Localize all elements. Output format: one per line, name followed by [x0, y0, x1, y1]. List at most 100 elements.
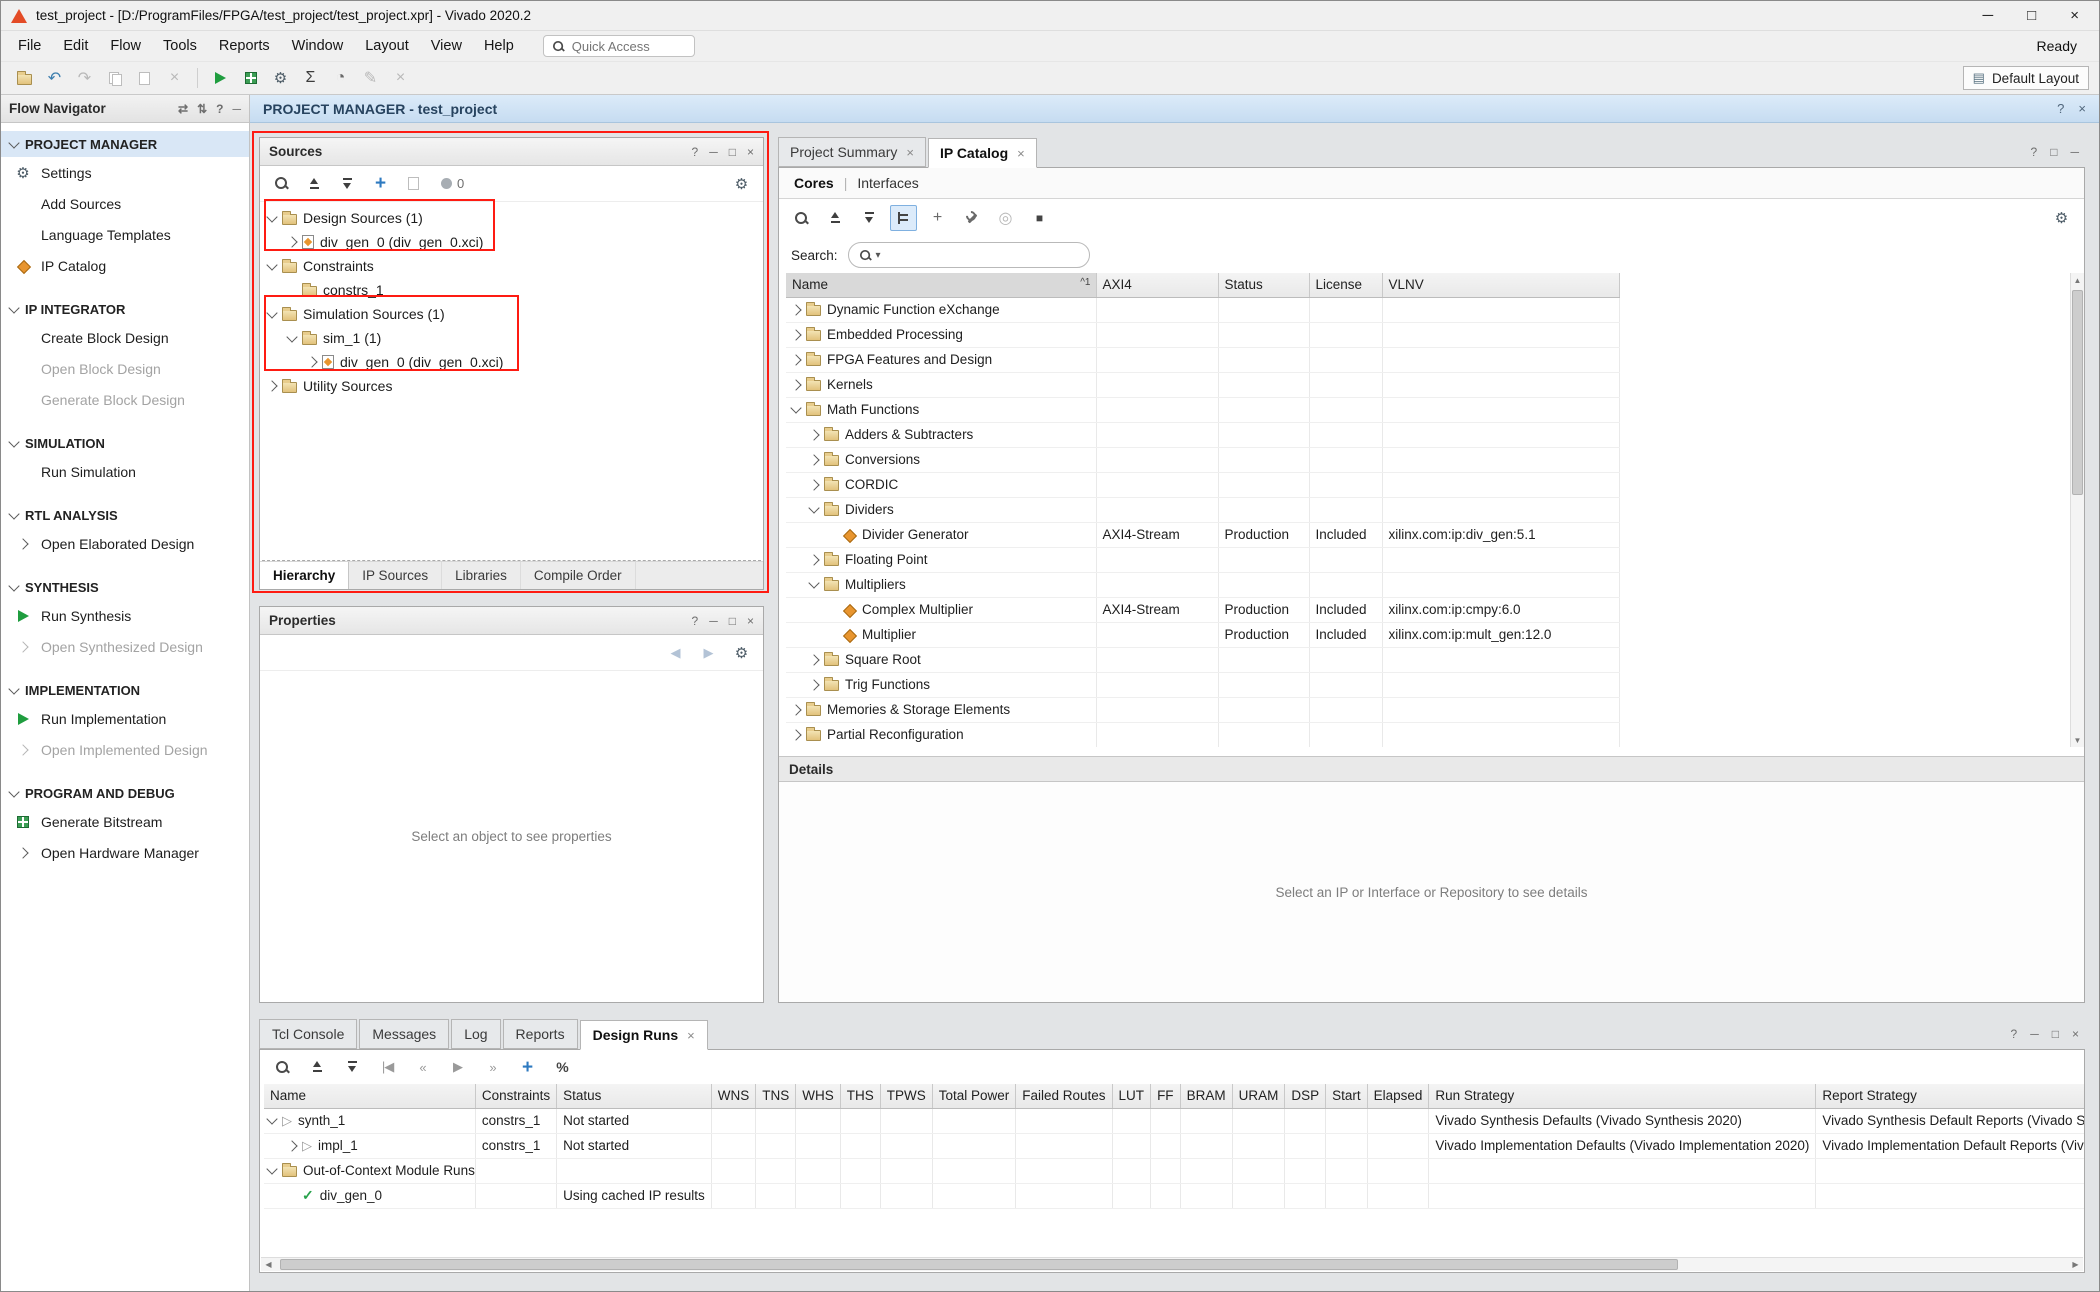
settings-gear-icon[interactable]: ⚙ [267, 65, 294, 91]
delete-icon[interactable]: × [161, 65, 188, 91]
column-header-name[interactable]: Name^1 [786, 273, 1096, 297]
chevron-collapsed-icon[interactable] [808, 429, 819, 440]
ip-catalog-row[interactable]: Multipliers [786, 572, 1619, 597]
nav-section-header-implementation[interactable]: IMPLEMENTATION [1, 677, 249, 703]
column-header-axi4[interactable]: AXI4 [1096, 273, 1218, 297]
ip-search-box[interactable]: ▾ [848, 242, 1090, 268]
column-header-run-strategy[interactable]: Run Strategy [1429, 1084, 1816, 1108]
scroll-up-icon[interactable]: ▲ [2071, 273, 2084, 287]
minimize-icon[interactable]: ─ [2030, 1027, 2039, 1041]
nav-item-open-block-design[interactable]: Open Block Design [1, 353, 249, 384]
design-runs-horizontal-scrollbar[interactable]: ◀ ▶ [261, 1257, 2083, 1271]
undo-icon[interactable]: ↶ [41, 65, 68, 91]
nav-item-open-elaborated-design[interactable]: Open Elaborated Design [1, 528, 249, 559]
close-icon[interactable]: × [1017, 146, 1025, 161]
chevron-collapsed-icon[interactable] [17, 847, 28, 858]
chevron-collapsed-icon[interactable] [286, 236, 297, 247]
chevron-collapsed-icon[interactable] [306, 356, 317, 367]
close-icon[interactable]: × [747, 614, 754, 628]
collapse-all-icon[interactable] [301, 171, 328, 197]
sources-tab-libraries[interactable]: Libraries [442, 562, 521, 589]
chevron-collapsed-icon[interactable] [286, 1140, 297, 1151]
close-icon[interactable]: × [687, 1028, 695, 1043]
help-icon[interactable]: ? [692, 145, 699, 159]
nav-section-header-ip-integrator[interactable]: IP INTEGRATOR [1, 296, 249, 322]
ip-catalog-row[interactable]: Math Functions [786, 397, 1619, 422]
menu-item-reports[interactable]: Reports [208, 34, 281, 58]
nav-item-create-block-design[interactable]: Create Block Design [1, 322, 249, 353]
close-icon[interactable]: × [2072, 1027, 2079, 1041]
scrollbar-thumb[interactable] [2072, 290, 2083, 495]
ip-catalog-row[interactable]: Conversions [786, 447, 1619, 472]
expand-all-icon[interactable] [334, 171, 361, 197]
close-icon[interactable]: × [2078, 101, 2086, 116]
redo-icon[interactable]: ↷ [71, 65, 98, 91]
help-icon[interactable]: ? [2031, 145, 2038, 159]
design-run-row[interactable]: ▷impl_1constrs_1Not startedVivado Implem… [264, 1133, 2084, 1158]
sources-tree-item[interactable]: sim_1 (1) [260, 326, 763, 350]
expand-all-icon[interactable] [339, 1054, 366, 1080]
quick-access-input[interactable] [572, 39, 672, 54]
menu-item-edit[interactable]: Edit [52, 34, 99, 58]
console-tab-design-runs[interactable]: Design Runs× [580, 1020, 708, 1050]
create-run-icon[interactable]: + [514, 1054, 541, 1080]
sources-tree-item[interactable]: Simulation Sources (1) [260, 302, 763, 326]
minimize-icon[interactable]: ─ [709, 614, 718, 628]
column-header-lut[interactable]: LUT [1112, 1084, 1151, 1108]
chevron-expanded-icon[interactable] [266, 1113, 277, 1124]
nav-item-language-templates[interactable]: Language Templates [1, 219, 249, 250]
maximize-icon[interactable]: ─ [2070, 145, 2079, 159]
column-header-failed-routes[interactable]: Failed Routes [1016, 1084, 1112, 1108]
paste-icon[interactable] [131, 65, 158, 91]
wrench-icon[interactable] [958, 205, 985, 231]
search-icon[interactable] [268, 171, 295, 197]
sources-tree-item[interactable]: constrs_1 [260, 278, 763, 302]
chevron-collapsed-icon[interactable] [790, 704, 801, 715]
sources-tab-compile-order[interactable]: Compile Order [521, 562, 636, 589]
design-run-row[interactable]: Out-of-Context Module Runs [264, 1158, 2084, 1183]
design-run-row[interactable]: ✓div_gen_0Using cached IP results [264, 1183, 2084, 1208]
ip-catalog-row[interactable]: CORDIC [786, 472, 1619, 497]
float-icon[interactable]: □ [2050, 145, 2057, 159]
column-header-vlnv[interactable]: VLNV [1382, 273, 1619, 297]
minimize-icon[interactable]: ─ [709, 145, 718, 159]
nav-section-header-program-and-debug[interactable]: PROGRAM AND DEBUG [1, 780, 249, 806]
chevron-collapsed-icon[interactable] [808, 679, 819, 690]
ip-catalog-row[interactable]: Embedded Processing [786, 322, 1619, 347]
column-header-dsp[interactable]: DSP [1285, 1084, 1326, 1108]
menu-item-tools[interactable]: Tools [152, 34, 208, 58]
ip-catalog-row[interactable]: Divider GeneratorAXI4-StreamProductionIn… [786, 522, 1619, 547]
subtab-cores[interactable]: Cores [794, 175, 834, 191]
chevron-expanded-icon[interactable] [8, 683, 19, 694]
column-header-tns[interactable]: TNS [756, 1084, 796, 1108]
edit-pencil-icon[interactable]: ✎ [357, 65, 384, 91]
play-icon[interactable]: ▶ [444, 1054, 471, 1080]
column-header-name[interactable]: Name [264, 1084, 475, 1108]
chevron-collapsed-icon[interactable] [790, 304, 801, 315]
sources-tab-hierarchy[interactable]: Hierarchy [260, 562, 349, 589]
nav-item-settings[interactable]: ⚙Settings [1, 157, 249, 188]
chevron-collapsed-icon[interactable] [790, 379, 801, 390]
chevron-collapsed-icon[interactable] [17, 744, 28, 755]
close-icon[interactable]: × [906, 145, 914, 160]
sources-tree-item[interactable]: div_gen_0 (div_gen_0.xci) [260, 350, 763, 374]
chevron-collapsed-icon[interactable] [808, 654, 819, 665]
chevron-collapsed-icon[interactable] [266, 380, 277, 391]
chevron-expanded-icon[interactable] [8, 302, 19, 313]
ip-catalog-row[interactable]: Trig Functions [786, 672, 1619, 697]
chevron-expanded-icon[interactable] [8, 508, 19, 519]
step-first-icon[interactable]: |◀ [374, 1054, 401, 1080]
console-tab-reports[interactable]: Reports [503, 1019, 578, 1049]
search-icon[interactable] [788, 205, 815, 231]
help-icon[interactable]: ? [2057, 101, 2064, 116]
menu-item-file[interactable]: File [7, 34, 52, 58]
column-header-total-power[interactable]: Total Power [932, 1084, 1016, 1108]
nav-section-header-project-manager[interactable]: PROJECT MANAGER [1, 131, 249, 157]
scroll-left-icon[interactable]: ◀ [261, 1258, 276, 1271]
gear-icon[interactable]: ⚙ [728, 640, 755, 666]
menu-item-view[interactable]: View [420, 34, 473, 58]
nav-item-ip-catalog[interactable]: IP Catalog [1, 250, 249, 281]
chevron-expanded-icon[interactable] [286, 331, 297, 342]
nav-item-run-synthesis[interactable]: Run Synthesis [1, 600, 249, 631]
scroll-down-icon[interactable]: ▼ [2071, 733, 2084, 747]
